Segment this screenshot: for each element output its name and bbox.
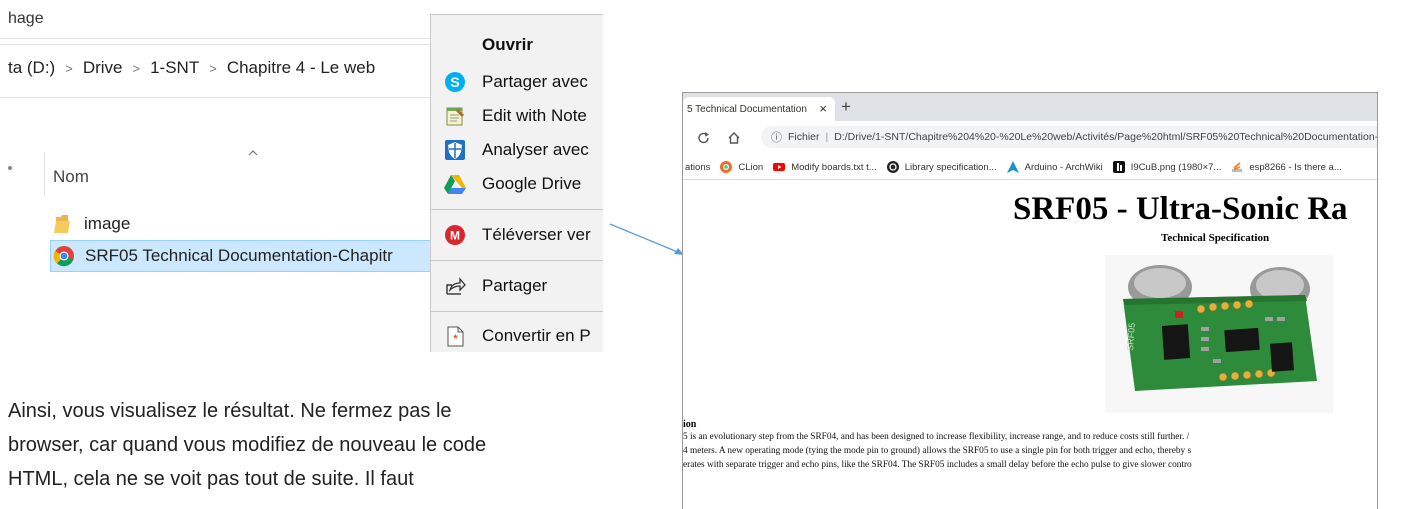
bookmark-label: Arduino - ArchWiki [1024, 161, 1103, 173]
chevron-right-icon: > [65, 61, 73, 76]
svg-text:S: S [450, 74, 459, 90]
breadcrumb: ta (D:) > Drive >1-SNT > Chapitre 4 - Le web [8, 58, 375, 78]
skype-icon: S [445, 72, 465, 92]
menu-item-label: Google Drive [482, 174, 582, 193]
breadcrumb-item[interactable]: Chapitre 4 - Le web [227, 58, 375, 77]
blank-icon [444, 34, 466, 56]
breadcrumb-item[interactable]: ta (D:) [8, 58, 55, 77]
menu-item-scan[interactable]: Analyser avec [431, 133, 603, 167]
pdf-convert-icon: * [447, 326, 464, 347]
context-menu: Ouvrir S Partager avec Edit with Note An… [430, 14, 603, 352]
bookmark-item[interactable]: I9CuB.png (1980×7... [1112, 161, 1222, 173]
paragraph-line: erates with separate trigger and echo pi… [683, 460, 1192, 470]
body-text-line: HTML, cela ne se voit pas tout de suite.… [8, 468, 414, 490]
browser-tab[interactable]: 5 Technical Documentation × [683, 97, 835, 121]
bookmarks-bar: ations CLion Modify boards.txt t... Libr… [683, 155, 1377, 180]
url-scheme-label: Fichier [788, 131, 820, 143]
body-text-line: browser, car quand vous modifiez de nouv… [8, 434, 487, 456]
body-text-line: Ainsi, vous visualisez le résultat. Ne f… [8, 400, 452, 422]
google-drive-icon [444, 175, 466, 194]
reload-icon[interactable] [697, 131, 711, 145]
file-name: image [84, 214, 131, 233]
divider: | [825, 131, 829, 143]
menu-item-edit-notepad[interactable]: Edit with Note [431, 99, 603, 133]
tab-title: 5 Technical Documentation [687, 103, 807, 115]
paragraph-line: 4 meters. A new operating mode (tying th… [683, 446, 1192, 456]
column-marker [8, 166, 12, 170]
menu-item-google-drive[interactable]: Google Drive [431, 167, 603, 201]
info-icon[interactable]: ⓘ [771, 129, 782, 145]
menu-item-label: Ouvrir [482, 35, 534, 54]
menu-separator [431, 209, 603, 210]
module-label: SRF05 [1125, 322, 1137, 351]
shield-icon [445, 140, 465, 160]
bookmark-item[interactable]: ations [685, 162, 710, 173]
file-row[interactable]: image [50, 208, 430, 240]
menu-item-share[interactable]: Partager [431, 269, 603, 303]
menu-item-label: Analyser avec [482, 140, 589, 159]
srf05-module-image: SRF05 [1105, 255, 1333, 413]
svg-text:M: M [450, 229, 460, 243]
bookmark-item[interactable]: CLion [720, 161, 763, 173]
bookmark-label: Modify boards.txt t... [791, 161, 877, 173]
bookmark-label: esp8266 - Is there a... [1249, 161, 1342, 173]
menu-item-share-with[interactable]: S Partager avec [431, 65, 603, 99]
close-icon[interactable]: × [819, 101, 827, 116]
page-subheading: Technical Specification [1161, 232, 1270, 244]
bookmark-item[interactable]: Modify boards.txt t... [773, 161, 877, 173]
chrome-icon [53, 246, 74, 267]
stackexchange-icon [1232, 162, 1243, 172]
menu-item-label: Convertir en P [482, 326, 591, 345]
menu-item-convert-pdf[interactable]: * Convertir en P [431, 319, 603, 352]
share-icon [446, 277, 466, 295]
menu-separator [431, 260, 603, 261]
window-title: hage [8, 10, 44, 27]
explorer-screenshot: hage ta (D:) > Drive >1-SNT > Chapitre 4 - Le… [0, 0, 603, 352]
page-heading: SRF05 - Ultra-Sonic Ra [1013, 191, 1348, 227]
menu-separator [431, 311, 603, 312]
column-header-name[interactable]: Nom [53, 167, 89, 187]
paragraph-line: 5 is an evolutionary step from the SRF04… [683, 432, 1190, 442]
breadcrumb-item[interactable]: Drive [83, 58, 123, 77]
bookmark-label: ations [685, 161, 711, 173]
file-name: SRF05 Technical Documentation-Chapitr [85, 246, 393, 265]
svg-text:*: * [453, 333, 458, 345]
browser-screenshot: 5 Technical Documentation × + ⓘ Fichier … [682, 92, 1378, 509]
folder-icon [54, 215, 70, 233]
home-icon[interactable] [727, 131, 741, 145]
bookmark-item[interactable]: Library specification... [886, 161, 997, 173]
bookmark-item[interactable]: Arduino - ArchWiki [1006, 161, 1103, 173]
archlinux-icon [1006, 161, 1019, 173]
menu-item-label: Edit with Note [482, 106, 587, 125]
new-tab-button[interactable]: + [841, 97, 851, 117]
section-heading: ion [683, 419, 697, 430]
image-icon [1112, 161, 1125, 173]
notepad-icon [446, 107, 464, 126]
sort-ascending-icon[interactable] [248, 148, 258, 158]
breadcrumb-item[interactable]: 1-SNT [150, 58, 199, 77]
column-divider [44, 152, 45, 196]
arduino-icon [886, 161, 899, 173]
menu-item-label: Téléverser ver [482, 225, 591, 244]
bookmark-label: Library specification... [904, 161, 997, 173]
bookmark-label: I9CuB.png (1980×7... [1130, 161, 1222, 173]
menu-item-label: Partager avec [482, 72, 588, 91]
address-bar[interactable]: ⓘ Fichier | D:/Drive/1-SNT/Chapitre%204%… [761, 126, 1378, 148]
menu-item-label: Partager [482, 276, 548, 295]
bookmark-label: CLion [738, 161, 764, 173]
clion-icon [720, 161, 733, 173]
url-text: D:/Drive/1-SNT/Chapitre%204%20-%20Le%20w… [834, 131, 1378, 143]
arrow-connector [609, 223, 684, 255]
youtube-icon [773, 163, 786, 171]
chevron-right-icon: > [209, 61, 217, 76]
file-row-selected[interactable]: SRF05 Technical Documentation-Chapitr [50, 240, 432, 272]
chevron-right-icon: > [132, 61, 141, 76]
mega-icon: M [445, 225, 465, 245]
menu-item-upload[interactable]: M Téléverser ver [431, 218, 603, 252]
menu-item-open[interactable]: Ouvrir [431, 28, 603, 62]
bookmark-item[interactable]: esp8266 - Is there a... [1231, 161, 1342, 173]
